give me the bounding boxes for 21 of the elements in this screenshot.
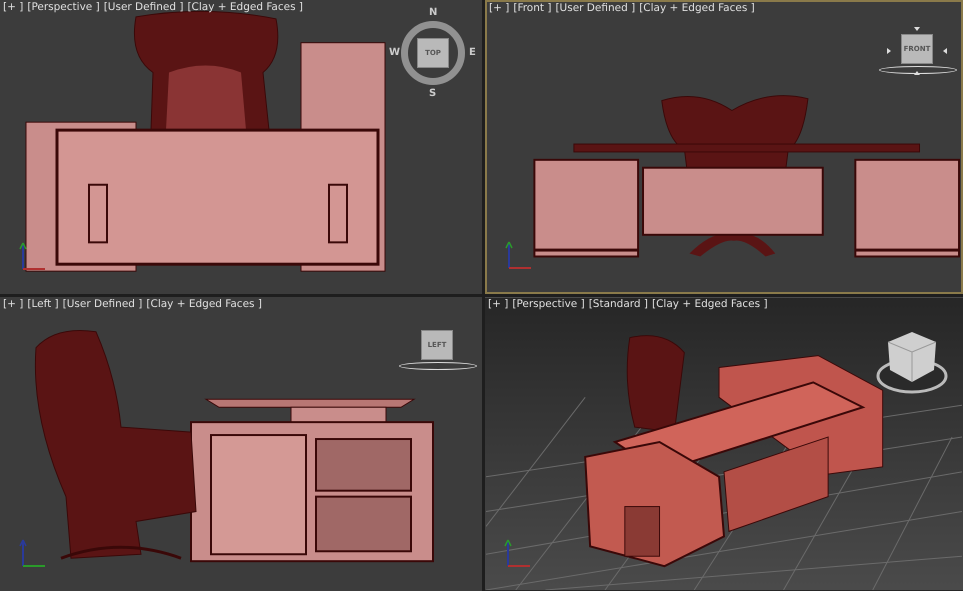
viewport-menu-label[interactable]: [+ ]: [489, 2, 510, 14]
viewport-menu-label[interactable]: [+ ]: [3, 298, 24, 310]
viewport-menu-label[interactable]: [Standard ]: [588, 298, 648, 310]
viewport-menu-label[interactable]: [Perspective ]: [27, 1, 100, 13]
viewport-menu-label[interactable]: [+ ]: [3, 1, 24, 13]
viewport-menu-label[interactable]: [Clay + Edged Faces ]: [639, 2, 755, 14]
compass-direction: E: [469, 48, 476, 58]
compass-direction: W: [389, 48, 400, 58]
viewport-menu-label[interactable]: [Clay + Edged Faces ]: [187, 1, 303, 13]
viewport-menu-label[interactable]: [Left ]: [27, 298, 59, 310]
viewport[interactable]: [+ ] [Perspective ] [Standard ] [Clay + Edged Faces ]: [485, 297, 963, 591]
compass-direction: N: [429, 8, 438, 18]
viewport-menu-label[interactable]: [+ ]: [488, 298, 508, 310]
compass-direction: S: [429, 89, 436, 99]
viewport-menu-label[interactable]: [Clay + Edged Faces ]: [146, 298, 262, 310]
viewport-menu-label[interactable]: [Front ]: [513, 2, 552, 14]
viewport-menu-label[interactable]: [User Defined ]: [62, 298, 142, 310]
viewport-menu-label[interactable]: [User Defined ]: [555, 2, 636, 14]
viewport-menu-label[interactable]: [Clay + Edged Faces ]: [652, 298, 768, 310]
viewport-menu-label[interactable]: [Perspective ]: [512, 298, 585, 310]
viewport-menu-label[interactable]: [User Defined ]: [104, 1, 184, 13]
